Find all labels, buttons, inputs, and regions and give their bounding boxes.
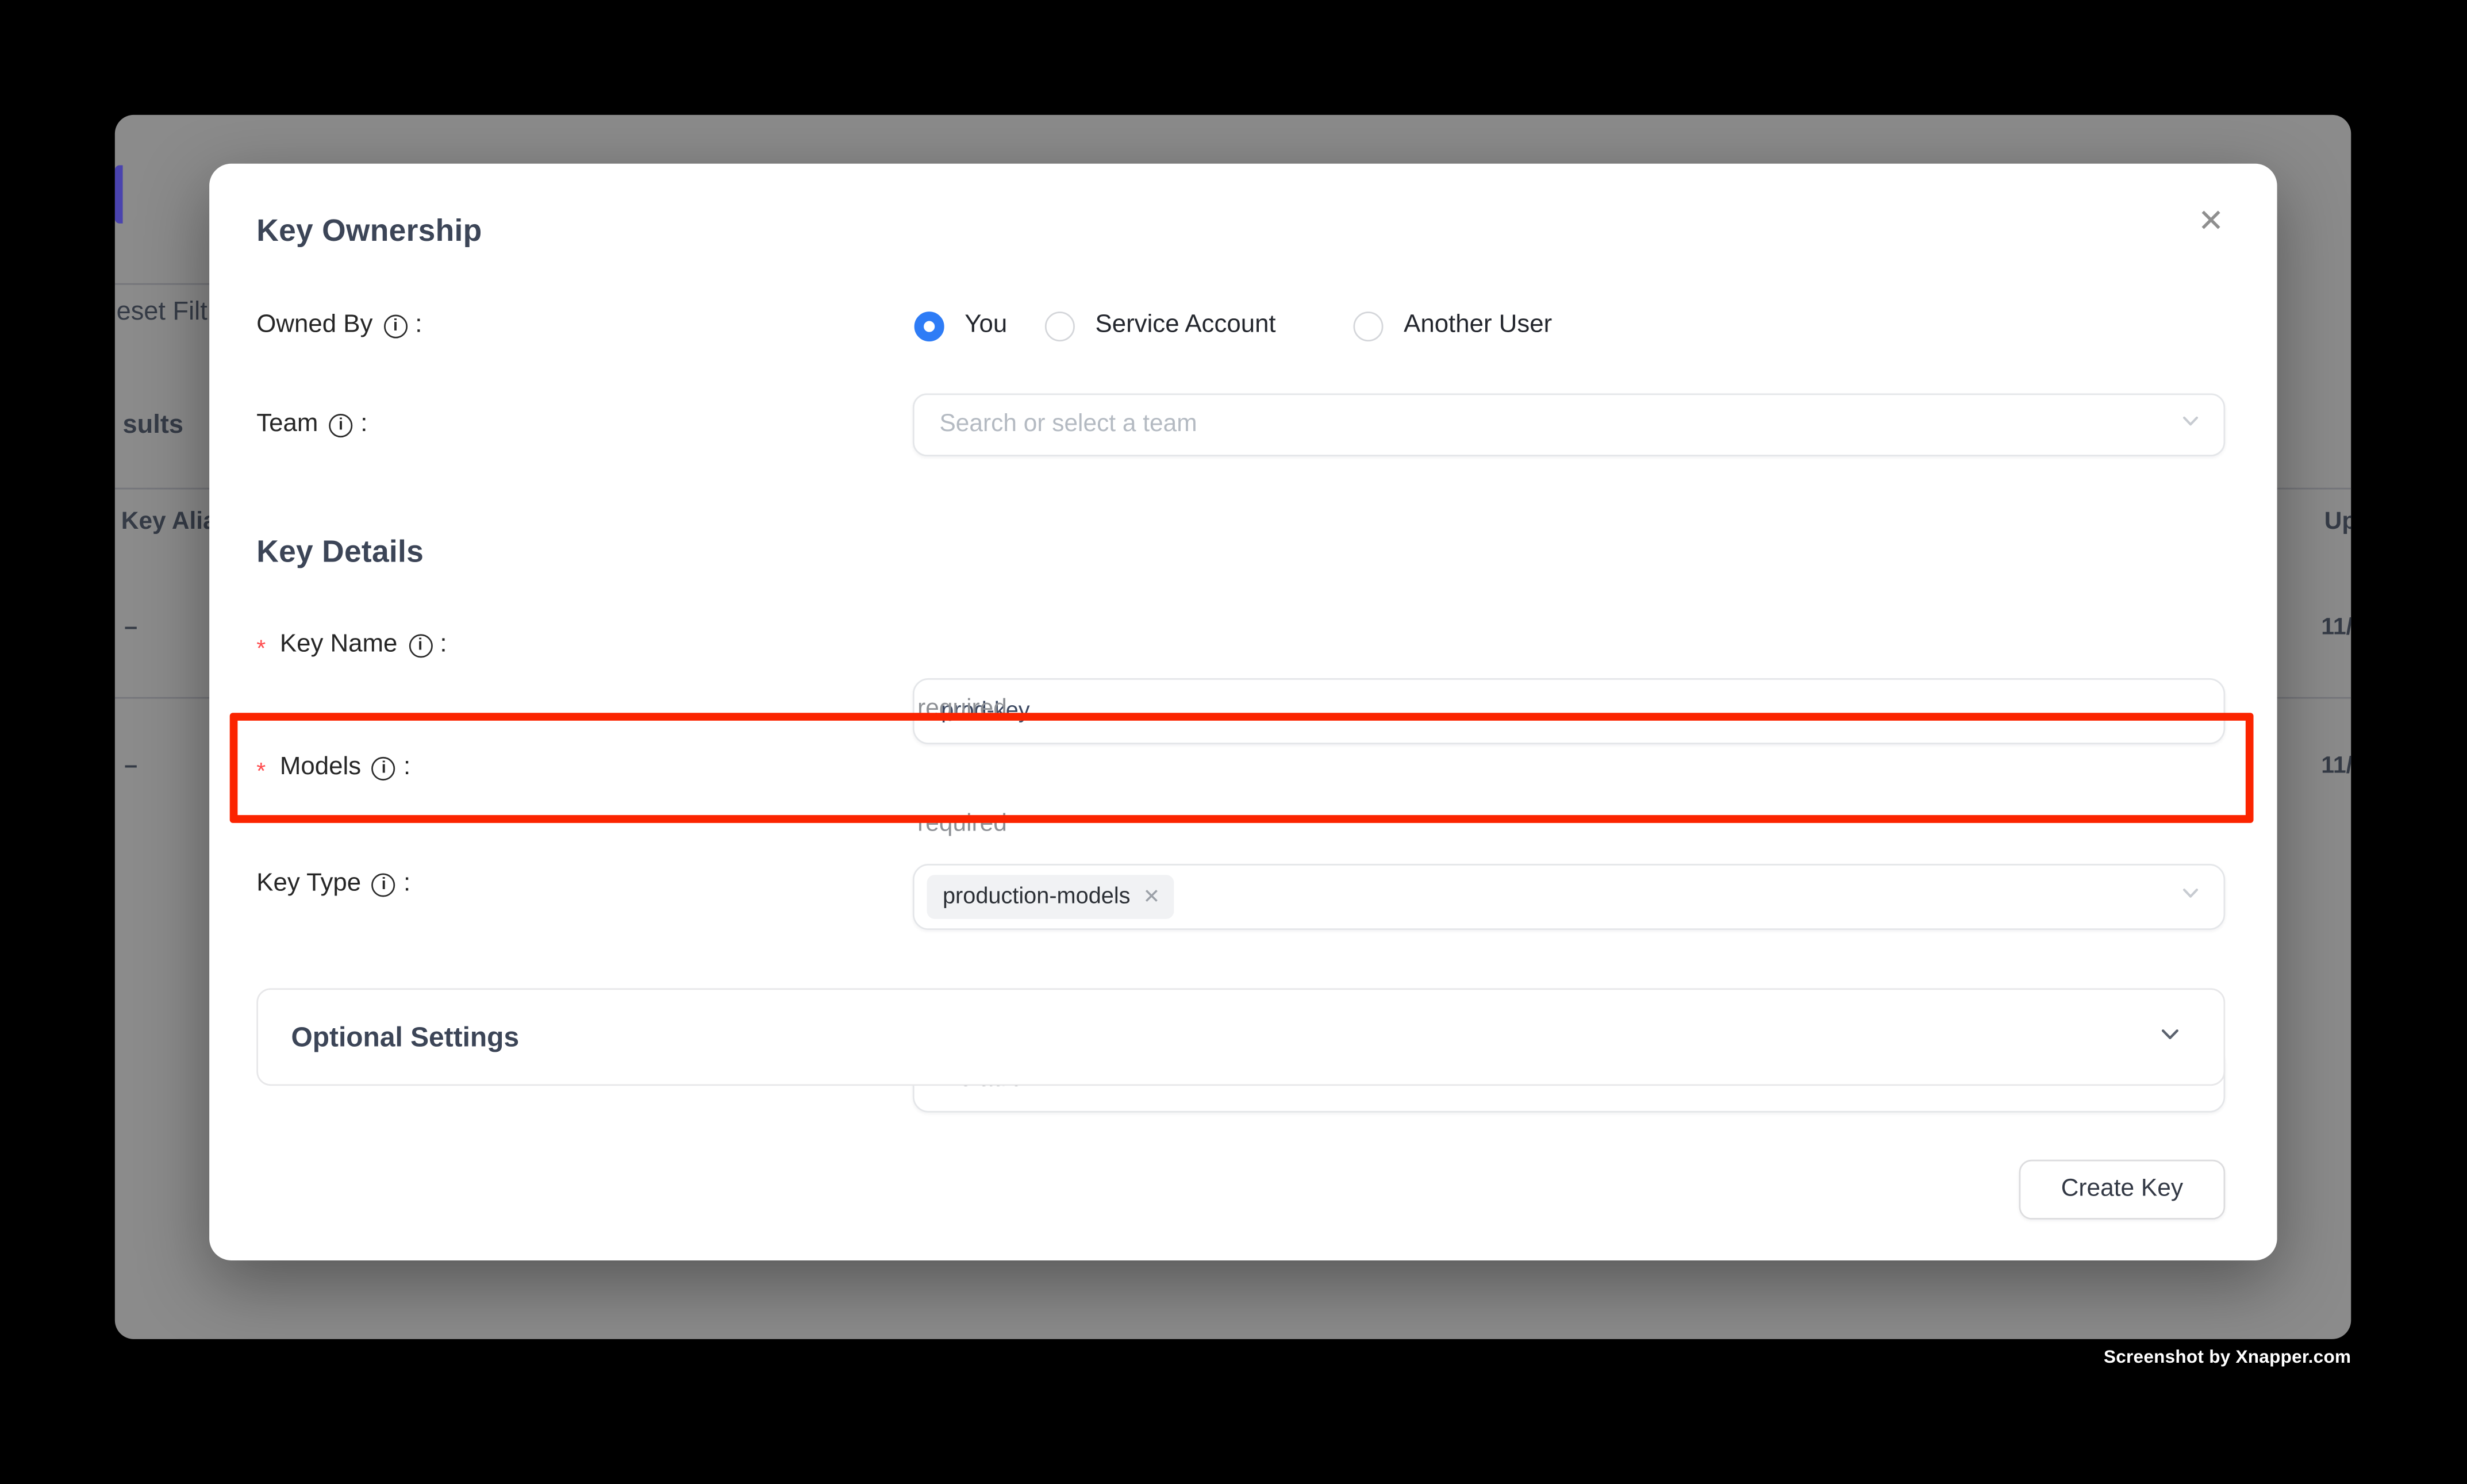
team-search-input[interactable]: [914, 395, 2224, 455]
label-colon: :: [440, 631, 447, 659]
radio-label: You: [964, 312, 1007, 340]
create-key-button[interactable]: Create Key: [2019, 1160, 2226, 1220]
optional-settings-title: Optional Settings: [291, 1020, 519, 1053]
key-type-label: Key Type i :: [256, 867, 410, 902]
models-label: * Models i :: [256, 751, 410, 785]
info-glyph: i: [339, 417, 343, 433]
models-validation-message: required: [917, 810, 1007, 839]
key-name-label-text: Key Name: [280, 631, 398, 659]
key-name-label: * Key Name i :: [256, 628, 447, 662]
chevron-down-icon: [2180, 882, 2201, 912]
radio-label: Another User: [1404, 312, 1552, 340]
info-icon[interactable]: i: [372, 756, 395, 780]
modal-title: Key Ownership: [256, 214, 482, 250]
watermark-text: Screenshot by Xnapper.com: [2104, 1348, 2351, 1367]
radio-option-service-account[interactable]: Service Account: [1045, 307, 1276, 345]
close-glyph: ✕: [2198, 201, 2224, 240]
create-key-button-fragment: [115, 165, 123, 223]
table-row-dash: –: [124, 752, 137, 779]
table-header-updated: Up: [2324, 508, 2351, 536]
table-row-date: 11/: [2321, 752, 2351, 779]
close-icon[interactable]: ✕: [2189, 198, 2233, 243]
key-name-input[interactable]: [914, 680, 2224, 743]
required-asterisk: *: [256, 635, 266, 662]
key-name-field[interactable]: [913, 678, 2225, 744]
info-icon[interactable]: i: [372, 872, 395, 896]
radio-unselected-icon: [1354, 311, 1384, 341]
label-colon: :: [404, 870, 410, 898]
reset-filters-button-fragment[interactable]: eset Filt: [117, 297, 207, 327]
remove-tag-icon[interactable]: ✕: [1143, 885, 1160, 910]
key-name-validation-message: required: [917, 695, 1007, 724]
label-colon: :: [360, 411, 367, 439]
label-colon: :: [415, 312, 422, 340]
chevron-down-icon: [2158, 1020, 2183, 1053]
owned-by-label: Owned By i :: [256, 309, 422, 343]
create-key-button-label: Create Key: [2061, 1175, 2183, 1204]
info-icon[interactable]: i: [384, 314, 408, 337]
required-asterisk: *: [256, 758, 266, 785]
screenshot-stage: eset Filt sults Key Alia Up – 11/ – 11/ …: [0, 0, 2467, 1484]
table-header-key-alias: Key Alia: [121, 508, 217, 536]
radio-option-another-user[interactable]: Another User: [1354, 307, 1553, 345]
models-label-text: Models: [280, 753, 361, 782]
info-icon[interactable]: i: [409, 633, 432, 657]
table-row-date: 11/: [2321, 614, 2351, 641]
models-multiselect[interactable]: production-models ✕: [913, 864, 2225, 930]
team-label: Team i :: [256, 407, 367, 442]
info-glyph: i: [418, 637, 422, 653]
radio-option-you[interactable]: You: [914, 307, 1008, 345]
create-key-modal: Key Ownership ✕ Owned By i : You Service…: [209, 164, 2277, 1260]
radio-unselected-icon: [1045, 311, 1075, 341]
info-glyph: i: [382, 760, 386, 776]
info-glyph: i: [393, 317, 398, 334]
selected-model-tag-label: production-models: [943, 885, 1131, 910]
key-type-label-text: Key Type: [256, 870, 361, 898]
label-colon: :: [404, 753, 410, 782]
results-count-fragment: sults: [123, 411, 183, 441]
info-glyph: i: [382, 876, 386, 893]
table-row-dash: –: [124, 614, 137, 641]
divider: [115, 283, 213, 285]
chevron-down-icon: [2180, 410, 2201, 440]
radio-label: Service Account: [1096, 312, 1276, 340]
radio-selected-icon: [914, 311, 944, 341]
selected-model-tag: production-models ✕: [927, 875, 1174, 919]
team-label-text: Team: [256, 411, 318, 439]
key-details-title: Key Details: [256, 535, 424, 571]
info-icon[interactable]: i: [329, 413, 353, 437]
owned-by-label-text: Owned By: [256, 312, 372, 340]
optional-settings-accordion[interactable]: Optional Settings: [256, 988, 2225, 1086]
team-select[interactable]: [913, 393, 2225, 456]
